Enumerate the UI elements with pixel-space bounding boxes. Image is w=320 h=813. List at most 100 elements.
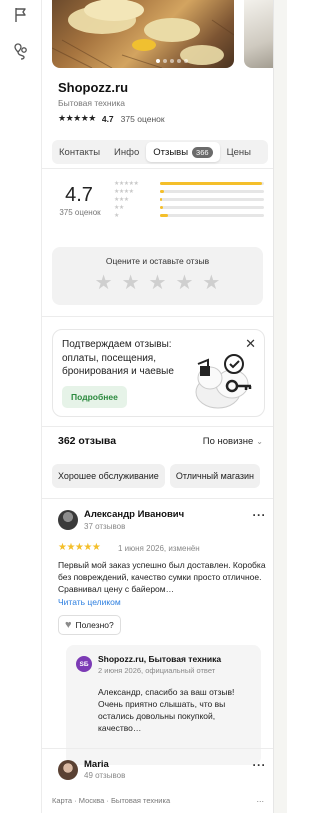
useful-label: Полезно? (75, 620, 114, 630)
sort-label: По новизне (202, 436, 254, 447)
more-icon[interactable]: ··· (253, 508, 267, 522)
tab-label: Контакты (59, 146, 101, 158)
breadcrumb[interactable]: Карта · Москва · Бытовая техника (52, 796, 170, 805)
distribution-row: ★★★★★ (114, 179, 266, 187)
more-icon[interactable]: ··· (253, 758, 267, 772)
tab-info[interactable]: Инфо (107, 142, 146, 162)
gallery-dot[interactable] (170, 59, 174, 63)
place-card-panel: Shopozz.ru Бытовая техника ★★★★★ 4.7 375… (42, 0, 274, 813)
distribution-bar (160, 189, 264, 193)
rate-stars: ★ ★ ★ ★ ★ (52, 273, 263, 293)
review-date: 1 июня 2026, изменён (118, 544, 200, 553)
distribution-fill (160, 213, 169, 217)
map-edge[interactable] (274, 0, 287, 813)
rate-star-2[interactable]: ★ (122, 273, 140, 293)
distribution-bar (160, 205, 264, 209)
rate-star-3[interactable]: ★ (149, 273, 167, 293)
tab-label: Цены (226, 146, 251, 158)
tab-label: Инфо (114, 146, 140, 158)
distribution-row: ★★★ (114, 195, 266, 203)
tab-label: Отзывы (153, 146, 189, 158)
distribution-fill (160, 205, 164, 209)
distribution-stars: ★★★★★ (114, 180, 139, 187)
rate-star-4[interactable]: ★ (175, 273, 193, 293)
gallery-dot[interactable] (184, 59, 188, 63)
photo-waffles[interactable] (52, 0, 234, 68)
tab-bar: Контакты Инфо Отзывы 366 Цены (52, 140, 268, 164)
receipt-illustration-icon (195, 354, 252, 409)
review-item: Maria 49 отзывов ··· (58, 758, 268, 791)
company-rating[interactable]: ★★★★★ 4.7 375 оценок (58, 113, 165, 124)
answer-author: Shopozz.ru, Бытовая техника (98, 654, 222, 664)
distribution-stars: ★★ (114, 204, 124, 211)
route-pin-icon[interactable] (12, 42, 30, 60)
avatar[interactable] (58, 510, 78, 530)
more-icon[interactable]: ... (256, 794, 264, 804)
rate-prompt: Оцените и оставьте отзыв ★ ★ ★ ★ ★ (52, 247, 263, 305)
photo-gallery[interactable] (42, 0, 273, 68)
read-more-link[interactable]: Читать целиком (58, 597, 121, 607)
distribution-stars: ★★★ (114, 196, 129, 203)
answer-text: Александр, спасибо за ваш отзыв! Очень п… (98, 687, 235, 733)
distribution-stars: ★★★★ (114, 188, 134, 195)
distribution-fill (160, 197, 163, 201)
company-name: Shopozz.ru (58, 80, 129, 95)
rating-stars: ★★★★★ (58, 113, 96, 123)
distribution-bar (160, 197, 264, 201)
useful-button[interactable]: ♥ Полезно? (58, 615, 121, 635)
review-text: Первый мой заказ успешно был доставлен. … (58, 560, 266, 594)
review-author-meta: 49 отзывов (84, 771, 126, 780)
footer-bar: Карта · Москва · Бытовая техника ... (42, 791, 273, 813)
divider (42, 498, 273, 499)
reviews-count: 362 отзыва (58, 435, 117, 447)
rate-prompt-title: Оцените и оставьте отзыв (105, 256, 210, 266)
answer-meta: 2 июня 2026, официальный ответ (98, 666, 216, 675)
photo-next[interactable] (244, 0, 273, 68)
divider (42, 426, 273, 427)
distribution-bar (160, 181, 264, 185)
avatar[interactable] (58, 760, 78, 780)
promo-text: Подтверждаем отзывы: оплаты, посещения, … (62, 339, 174, 377)
gallery-dot[interactable] (156, 59, 160, 63)
rate-star-1[interactable]: ★ (95, 273, 113, 293)
reviews-count-badge: 366 (192, 146, 213, 158)
tag-chip[interactable]: Отличный магазин (169, 464, 260, 488)
gallery-pagination (156, 59, 188, 63)
verified-reviews-promo: Подтверждаем отзывы: оплаты, посещения, … (52, 329, 265, 417)
gallery-dot[interactable] (163, 59, 167, 63)
tab-contacts[interactable]: Контакты (52, 142, 107, 162)
heart-icon: ♥ (65, 619, 72, 631)
left-rail (0, 0, 42, 813)
review-item: Александр Иванович 37 отзывов ··· ★★★★★ … (58, 508, 268, 779)
divider (42, 316, 273, 317)
promo-more-button[interactable]: Подробнее (62, 386, 127, 408)
distribution-row: ★ (114, 211, 266, 219)
tab-prices[interactable]: Цены (220, 142, 258, 162)
official-answer: SБ Shopozz.ru, Бытовая техника 2 июня 20… (66, 645, 261, 765)
rating-value: 4.7 (101, 113, 114, 124)
review-author[interactable]: Александр Иванович (84, 509, 184, 520)
review-stars: ★★★★★ (58, 542, 101, 553)
tab-reviews[interactable]: Отзывы 366 (146, 142, 220, 162)
distribution-stars: ★ (114, 212, 119, 219)
distribution-row: ★★★★ (114, 187, 266, 195)
gallery-dot[interactable] (177, 59, 181, 63)
company-category[interactable]: Бытовая техника (58, 98, 125, 108)
sort-dropdown[interactable]: По новизне ⌄ (203, 436, 263, 447)
tag-chip[interactable]: Хорошее обслуживание (52, 464, 165, 488)
distribution-row: ★★ (114, 203, 266, 211)
rating-summary-count: 375 оценок (59, 208, 101, 217)
review-author[interactable]: Maria (84, 759, 109, 770)
rating-distribution: ★★★★★ ★★★★ ★★★ ★★ ★ (114, 179, 266, 219)
review-tags: Хорошее обслуживание Отличный магазин (52, 464, 260, 488)
divider (42, 168, 273, 169)
rating-count: 375 оценок (120, 113, 165, 124)
distribution-bar (160, 213, 264, 217)
company-logo-icon: SБ (76, 656, 92, 672)
review-author-meta: 37 отзывов (84, 522, 126, 531)
distribution-fill (160, 189, 165, 193)
distribution-fill (160, 181, 262, 185)
divider (42, 748, 273, 749)
flag-icon[interactable] (12, 6, 30, 24)
rate-star-5[interactable]: ★ (202, 273, 220, 293)
